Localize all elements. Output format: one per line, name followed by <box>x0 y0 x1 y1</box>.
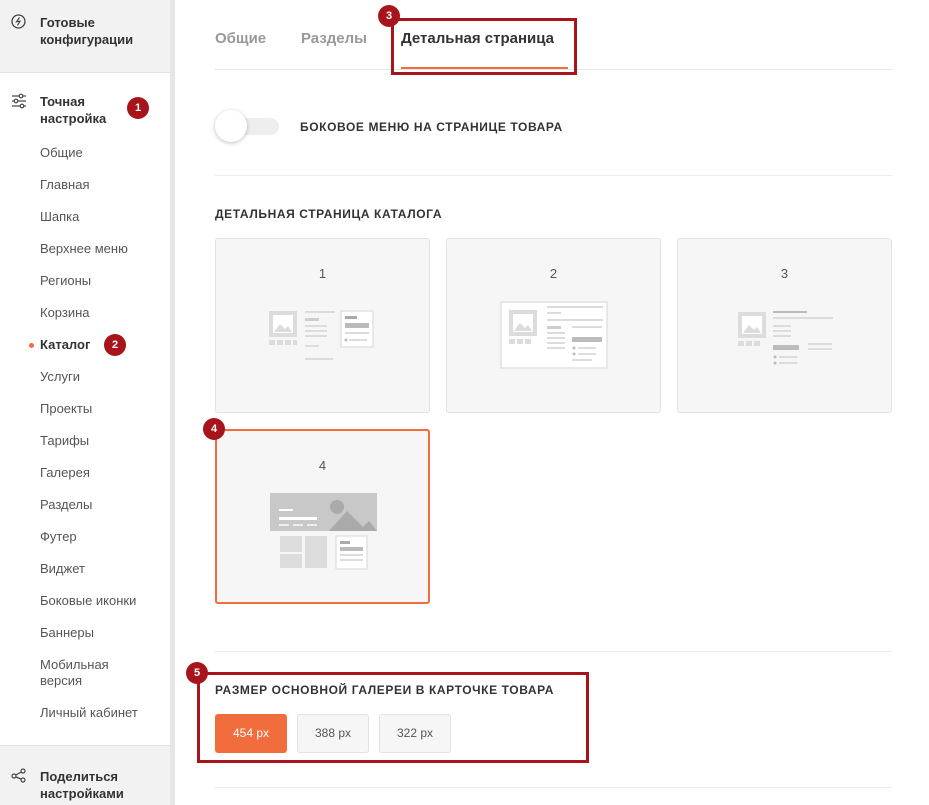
sidebar-item-tariffs[interactable]: Тарифы <box>40 433 89 449</box>
layout-3-preview-icon <box>738 311 833 365</box>
sidebar-item-widget[interactable]: Виджет <box>40 561 85 577</box>
sidebar-item-main[interactable]: Главная <box>40 177 89 193</box>
sidebar-item-gallery[interactable]: Галерея <box>40 465 90 481</box>
sidebar-item-top-menu[interactable]: Верхнее меню <box>40 241 128 257</box>
layout-2-preview-icon <box>500 301 608 369</box>
side-menu-toggle-label: БОКОВОЕ МЕНЮ НА СТРАНИЦЕ ТОВАРА <box>300 120 563 134</box>
sidebar-item-services[interactable]: Услуги <box>40 369 80 385</box>
gallery-size-title: РАЗМЕР ОСНОВНОЙ ГАЛЕРЕИ В КАРТОЧКЕ ТОВАР… <box>215 683 554 697</box>
layout-option-3[interactable]: 3 <box>677 238 892 413</box>
layout-option-2[interactable]: 2 <box>446 238 661 413</box>
share-settings-item[interactable]: Поделиться настройками <box>0 745 170 805</box>
ready-configs-label: Готовые конфигурации <box>40 15 134 47</box>
tab-sections[interactable]: Разделы <box>301 30 367 47</box>
tabs-bar: Общие Разделы Детальная страница <box>215 30 892 70</box>
share-settings-label: Поделиться настройками <box>40 769 124 801</box>
divider <box>215 787 892 788</box>
catalog-detail-title: ДЕТАЛЬНАЯ СТРАНИЦА КАТАЛОГА <box>215 207 443 221</box>
sidebar-item-cart[interactable]: Корзина <box>40 305 90 321</box>
gallery-size-454-button[interactable]: 454 px <box>215 714 287 753</box>
sidebar-item-header[interactable]: Шапка <box>40 209 79 225</box>
sidebar-item-general[interactable]: Общие <box>40 145 83 161</box>
tab-detail-page[interactable]: Детальная страница <box>401 30 554 47</box>
sidebar-item-projects[interactable]: Проекты <box>40 401 92 417</box>
configs-icon <box>11 14 26 29</box>
layout-option-1[interactable]: 1 <box>215 238 430 413</box>
sidebar-item-footer[interactable]: Футер <box>40 529 77 545</box>
ready-configs-item[interactable]: Готовые конфигурации <box>0 0 170 73</box>
annotation-badge-4: 4 <box>203 418 225 440</box>
annotation-badge-5: 5 <box>186 662 208 684</box>
gallery-size-322-button[interactable]: 322 px <box>379 714 451 753</box>
side-menu-toggle[interactable] <box>215 110 281 143</box>
fine-tuning-label: Точная настройка <box>40 94 107 126</box>
active-tab-indicator <box>401 67 568 69</box>
gallery-size-388-button[interactable]: 388 px <box>297 714 369 753</box>
annotation-badge-2: 2 <box>104 334 126 356</box>
annotation-badge-3: 3 <box>378 5 400 27</box>
toggle-knob <box>215 110 247 142</box>
sidebar-divider <box>170 0 175 805</box>
divider <box>215 175 892 176</box>
sidebar: Готовые конфигурации Точная настройка 1 … <box>0 0 170 805</box>
sliders-icon <box>11 93 27 109</box>
annotation-badge-1: 1 <box>127 97 149 119</box>
sidebar-item-side-icons[interactable]: Боковые иконки <box>40 593 136 609</box>
divider <box>215 651 892 652</box>
sidebar-item-account[interactable]: Личный кабинет <box>40 705 138 721</box>
sidebar-item-regions[interactable]: Регионы <box>40 273 91 289</box>
layout-option-4[interactable]: 4 <box>215 429 430 604</box>
sidebar-item-catalog[interactable]: Каталог <box>28 337 90 353</box>
layout-1-preview-icon <box>269 310 374 360</box>
sidebar-item-mobile[interactable]: Мобильная версия <box>40 657 130 689</box>
sidebar-item-banners[interactable]: Баннеры <box>40 625 94 641</box>
sidebar-item-sections[interactable]: Разделы <box>40 497 92 513</box>
layout-4-preview-icon <box>270 493 377 570</box>
share-icon <box>11 768 26 783</box>
tab-general[interactable]: Общие <box>215 30 266 47</box>
